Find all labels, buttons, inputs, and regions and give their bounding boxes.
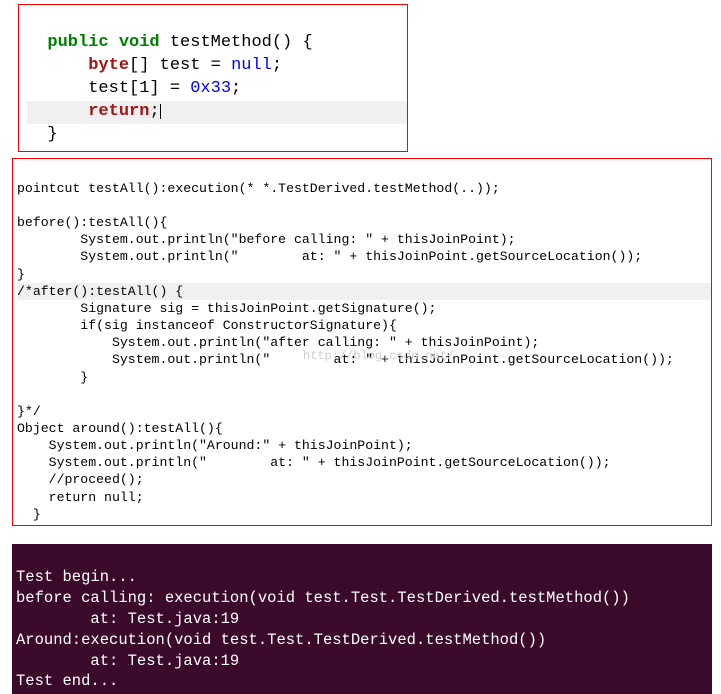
code-line: } — [17, 370, 88, 385]
code-line: }*/ — [17, 404, 41, 419]
code-line: return null; — [17, 490, 144, 505]
code-line: if(sig instanceof ConstructorSignature){ — [17, 318, 397, 333]
code-line: before():testAll(){ — [17, 215, 167, 230]
code-line: System.out.println("Around:" + thisJoinP… — [17, 438, 413, 453]
terminal-line: before calling: execution(void test.Test… — [16, 589, 630, 607]
aspectj-code-block: pointcut testAll():execution(* *.TestDer… — [12, 158, 712, 526]
code-line: System.out.println("before calling: " + … — [17, 232, 516, 247]
code-line: } — [17, 507, 41, 522]
code-line: } — [27, 125, 58, 144]
java-method-code-block: public void testMethod() { byte[] test =… — [18, 4, 408, 152]
code-line: System.out.println("after calling: " + t… — [17, 335, 539, 350]
code-line: public void testMethod() { — [27, 33, 313, 52]
code-line: pointcut testAll():execution(* *.TestDer… — [17, 181, 500, 196]
terminal-line: Test begin... — [16, 568, 137, 586]
code-line: Signature sig = thisJoinPoint.getSignatu… — [17, 301, 436, 316]
code-line: } — [17, 267, 25, 282]
code-line: System.out.println(" at: " + thisJoinPoi… — [17, 352, 674, 367]
code-line: System.out.println(" at: " + thisJoinPoi… — [17, 455, 611, 470]
terminal-line: Test end... — [16, 672, 118, 690]
text-cursor — [160, 104, 161, 119]
code-line: byte[] test = null; — [27, 56, 282, 75]
terminal-line: at: Test.java:19 — [16, 610, 239, 628]
code-line: test[1] = 0x33; — [27, 79, 241, 98]
terminal-output-block: Test begin... before calling: execution(… — [12, 544, 712, 694]
terminal-line: Around:execution(void test.Test.TestDeri… — [16, 631, 546, 649]
code-line-highlighted: return; — [27, 101, 407, 124]
code-line: Object around():testAll(){ — [17, 421, 223, 436]
code-line: //proceed(); — [17, 472, 144, 487]
code-line-highlighted: /*after():testAll() { — [17, 283, 711, 300]
code-line: System.out.println(" at: " + thisJoinPoi… — [17, 249, 642, 264]
